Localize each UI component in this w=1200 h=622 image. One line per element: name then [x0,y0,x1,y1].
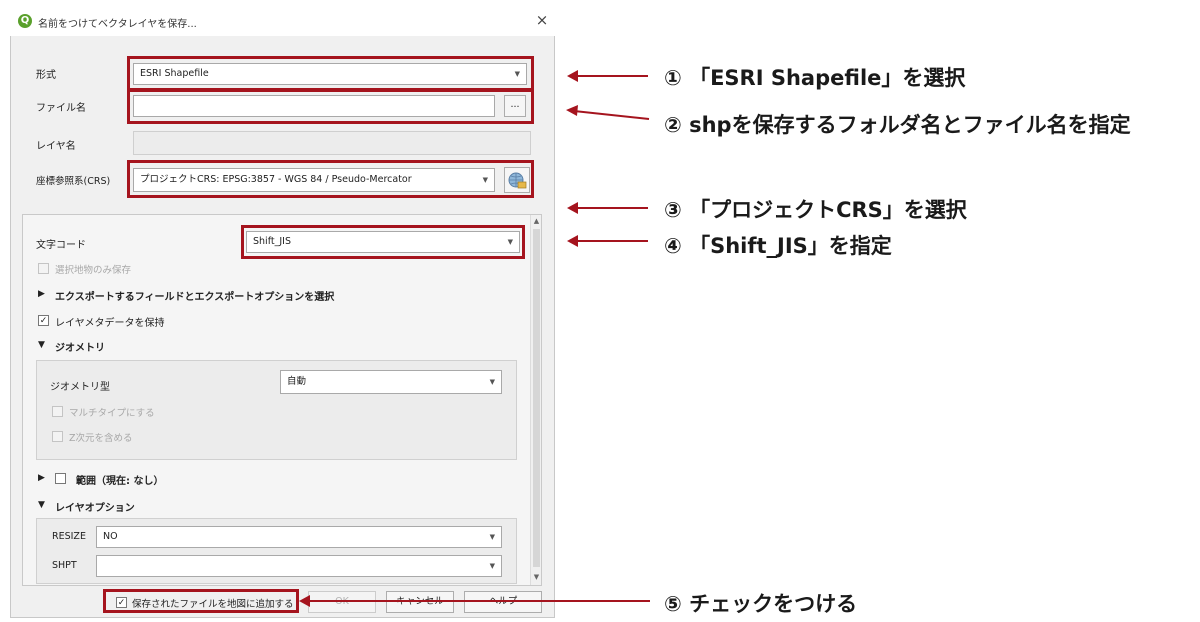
selected-only-checkbox[interactable] [38,263,49,274]
keep-metadata-label: レイヤメタデータを保持 [55,318,165,329]
extent-checkbox[interactable] [55,473,66,484]
scroll-up-icon[interactable]: ▲ [531,217,542,225]
resize-value: NO [103,531,118,542]
arrow-line [576,75,648,77]
shpt-label: SHPT [52,560,77,571]
annotation-2: ② shpを保存するフォルダ名とファイル名を指定 [664,113,1131,137]
geometry-type-value: 自動 [287,376,307,387]
collapse-arrow-icon[interactable]: ▼ [38,340,45,350]
arrow-line [576,240,648,242]
selected-only-label: 選択地物のみ保存 [55,265,132,276]
highlight-encoding [241,225,525,259]
shpt-select[interactable]: ▼ [96,555,502,577]
annotation-3: ③ 「プロジェクトCRS」を選択 [664,198,967,222]
help-button[interactable]: ヘルプ [464,591,542,613]
close-icon[interactable]: × [532,10,552,30]
layer-options-section[interactable]: レイヤオプション [55,499,135,514]
annotation-5: ⑤ チェックをつける [664,592,858,616]
keep-metadata-checkbox[interactable]: ✓ [38,315,49,326]
arrow-line [308,600,650,602]
geometry-type-label: ジオメトリ型 [50,382,110,393]
layername-label: レイヤ名 [36,141,76,152]
extent-section[interactable]: 範囲（現在: なし） [76,472,163,487]
z-dimension-label: Z次元を含める [69,433,133,444]
geometry-section[interactable]: ジオメトリ [55,339,105,354]
scroll-thumb[interactable] [533,229,540,567]
geometry-type-select[interactable]: 自動 ▼ [280,370,502,394]
scroll-down-icon[interactable]: ▼ [531,573,542,581]
encoding-label: 文字コード [36,240,86,251]
export-fields-section[interactable]: エクスポートするフィールドとエクスポートオプションを選択 [55,288,334,303]
arrow-line [576,207,648,209]
options-scrollbar[interactable]: ▲ ▼ [530,215,541,585]
resize-select[interactable]: NO ▼ [96,526,502,548]
filename-label: ファイル名 [36,103,86,114]
highlight-crs [127,160,534,198]
dialog-title: 名前をつけてベクタレイヤを保存... [38,19,197,30]
highlight-filename [127,88,534,124]
qgis-icon: Q [18,14,32,28]
arrow-2 [566,105,650,120]
layername-input[interactable] [133,131,531,155]
cancel-button[interactable]: キャンセル [386,591,454,613]
multitype-label: マルチタイプにする [69,408,155,419]
highlight-format [127,56,534,92]
collapse-arrow-icon[interactable]: ▼ [38,500,45,510]
format-label: 形式 [36,70,56,81]
highlight-add-to-map [103,589,299,613]
chevron-down-icon: ▼ [489,378,495,386]
expand-arrow-icon[interactable]: ▶ [38,289,45,299]
z-dimension-checkbox[interactable] [52,431,63,442]
resize-label: RESIZE [52,531,86,542]
ok-button[interactable]: OK [308,591,376,613]
chevron-down-icon: ▼ [489,533,495,541]
chevron-down-icon: ▼ [489,562,495,570]
expand-arrow-icon[interactable]: ▶ [38,473,45,483]
crs-label: 座標参照系(CRS) [36,176,111,187]
annotation-1: ① 「ESRI Shapefile」を選択 [664,66,966,90]
multitype-checkbox[interactable] [52,406,63,417]
annotation-4: ④ 「Shift_JIS」を指定 [664,234,892,258]
